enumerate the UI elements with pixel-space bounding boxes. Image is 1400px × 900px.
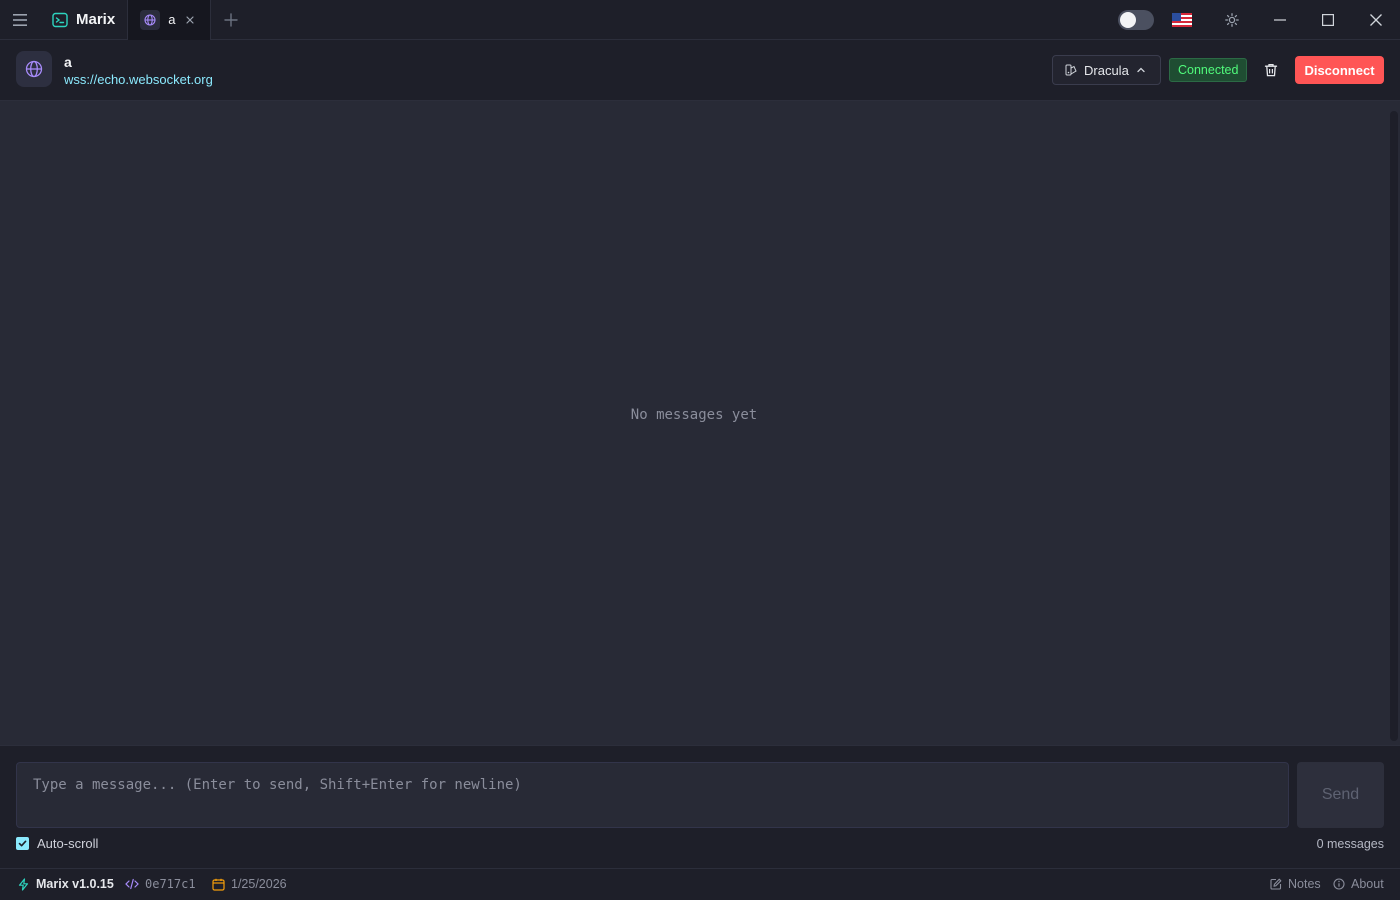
trash-icon xyxy=(1264,63,1278,77)
close-icon xyxy=(186,15,194,24)
sun-icon xyxy=(1225,13,1239,27)
version-text: Marix v1.0.15 xyxy=(36,877,114,891)
autoscroll-option[interactable]: Auto-scroll xyxy=(16,836,98,851)
terminal-icon xyxy=(52,12,68,27)
menu-button[interactable] xyxy=(0,0,40,40)
message-input[interactable] xyxy=(16,762,1289,828)
about-link[interactable]: About xyxy=(1333,877,1384,891)
titlebar-controls xyxy=(1118,0,1400,40)
clear-messages-button[interactable] xyxy=(1258,57,1284,83)
tab-connection[interactable]: a xyxy=(128,0,212,40)
tab-close-button[interactable] xyxy=(184,13,196,31)
close-window-button[interactable] xyxy=(1352,0,1400,40)
scrollbar[interactable] xyxy=(1390,111,1398,741)
menu-icon xyxy=(13,13,27,26)
commit-text: 0e717c1 xyxy=(145,877,196,891)
close-window-icon xyxy=(1370,14,1382,26)
maximize-icon xyxy=(1322,14,1334,26)
tab-label: a xyxy=(168,12,176,27)
date-text: 1/25/2026 xyxy=(231,877,287,891)
composer: Send Auto-scroll 0 messages xyxy=(0,745,1400,868)
plus-icon xyxy=(224,12,238,27)
info-icon xyxy=(1333,878,1345,890)
bolt-icon xyxy=(18,877,29,891)
theme-button[interactable] xyxy=(1212,0,1252,40)
footer-date: 1/25/2026 xyxy=(212,877,287,891)
message-count: 0 messages xyxy=(1316,837,1384,851)
code-icon xyxy=(125,878,139,890)
autoscroll-checkbox[interactable] xyxy=(16,837,29,850)
notes-link[interactable]: Notes xyxy=(1270,877,1321,891)
connection-avatar xyxy=(16,51,52,87)
edit-icon xyxy=(1270,878,1282,890)
palette-icon xyxy=(1065,64,1077,76)
about-label: About xyxy=(1351,877,1384,891)
footer-commit: 0e717c1 xyxy=(125,877,196,891)
maximize-button[interactable] xyxy=(1304,0,1352,40)
disconnect-button[interactable]: Disconnect xyxy=(1295,56,1384,84)
autoscroll-label: Auto-scroll xyxy=(37,836,99,851)
minimize-button[interactable] xyxy=(1256,0,1304,40)
title-bar: Marix a xyxy=(0,0,1400,40)
toggle-knob xyxy=(1120,12,1136,28)
minimize-icon xyxy=(1274,19,1286,21)
calendar-icon xyxy=(212,878,225,891)
empty-state-text: No messages yet xyxy=(630,407,758,423)
flag-us-icon[interactable] xyxy=(1172,13,1192,27)
chevron-up-icon xyxy=(1137,67,1145,73)
globe-icon xyxy=(25,60,43,78)
message-list[interactable]: No messages yet xyxy=(0,101,1400,745)
footer-version: Marix v1.0.15 xyxy=(17,877,114,891)
globe-icon xyxy=(144,13,156,26)
theme-dropdown[interactable]: Dracula xyxy=(1052,55,1161,85)
status-footer: Marix v1.0.15 0e717c1 1/25/2026 Notes Ab… xyxy=(0,868,1400,900)
connection-name: a xyxy=(64,54,72,70)
send-button[interactable]: Send xyxy=(1297,762,1384,828)
status-badge: Connected xyxy=(1169,58,1248,82)
app-home-tab[interactable]: Marix xyxy=(40,0,129,40)
theme-dropdown-value: Dracula xyxy=(1084,62,1129,78)
tab-icon-wrapper xyxy=(140,9,161,30)
new-tab-button[interactable] xyxy=(211,0,251,40)
connection-header: a wss://echo.websocket.org Dracula Conne… xyxy=(0,40,1400,101)
app-name: Marix xyxy=(76,11,116,28)
notes-label: Notes xyxy=(1288,877,1321,891)
connection-url: wss://echo.websocket.org xyxy=(64,72,213,87)
check-icon xyxy=(18,840,27,847)
mode-toggle[interactable] xyxy=(1118,10,1154,30)
